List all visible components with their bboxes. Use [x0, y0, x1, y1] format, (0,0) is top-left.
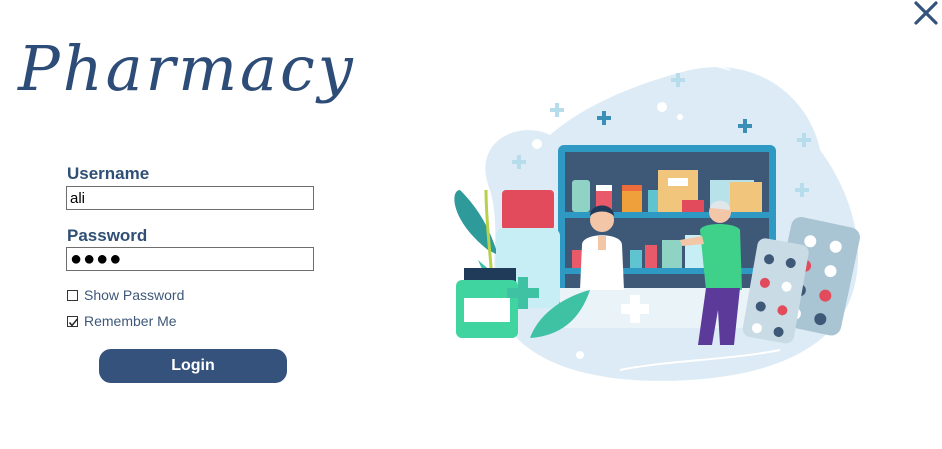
close-icon	[914, 1, 938, 25]
password-label: Password	[67, 226, 148, 245]
show-password-label: Show Password	[84, 287, 185, 303]
login-button[interactable]: Login	[99, 349, 287, 383]
username-input[interactable]	[66, 186, 314, 210]
remember-me-label: Remember Me	[84, 313, 177, 329]
checkbox-box[interactable]	[67, 289, 78, 301]
show-password-checkbox[interactable]: Show Password	[67, 287, 184, 303]
close-button[interactable]	[912, 0, 942, 28]
remember-me-checkbox[interactable]: Remember Me	[67, 313, 177, 329]
username-label: Username	[67, 164, 150, 183]
checkbox-box-checked[interactable]	[67, 315, 79, 327]
password-input[interactable]: ●●●●	[66, 247, 314, 271]
app-title: Pharmacy	[18, 32, 356, 105]
pharmacy-illustration	[454, 62, 860, 381]
checkmark-icon	[68, 317, 79, 327]
